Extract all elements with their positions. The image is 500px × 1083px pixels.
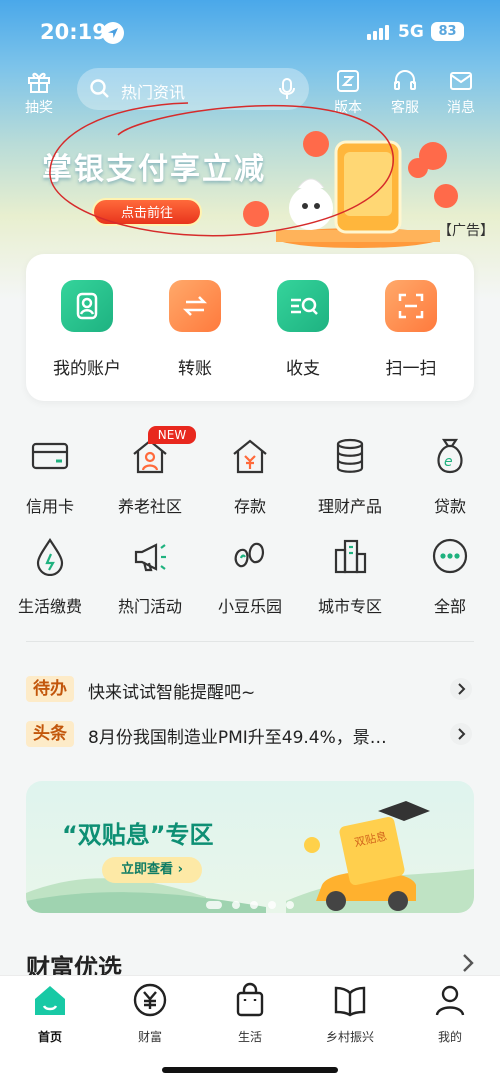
utility-payment-label: 生活缴费 bbox=[17, 597, 82, 616]
more-icon bbox=[432, 538, 468, 574]
life-bag-icon bbox=[236, 982, 264, 1017]
income-expense-button[interactable]: 收支 bbox=[258, 280, 348, 379]
headline-text: 8月份我国制造业PMI升至49.4%，景… bbox=[88, 728, 387, 748]
credit-card-button[interactable]: 信用卡 bbox=[5, 436, 95, 517]
tab-profile-label: 我的 bbox=[437, 1030, 462, 1044]
location-arrow-icon bbox=[102, 22, 124, 44]
tab-home-label: 首页 bbox=[37, 1030, 62, 1044]
todo-tag: 待办 bbox=[26, 676, 74, 702]
quick-actions-card: 我的账户 转账 收支 扫一扫 bbox=[26, 254, 474, 401]
carousel-dots bbox=[206, 894, 304, 913]
rural-book-icon bbox=[334, 986, 366, 1017]
home-icon bbox=[35, 986, 65, 1015]
credit-card-icon bbox=[31, 442, 69, 470]
elderly-community-button[interactable]: 养老社区 bbox=[105, 436, 195, 517]
city-zone-label: 城市专区 bbox=[317, 597, 382, 616]
gift-icon bbox=[28, 72, 50, 93]
home-indicator bbox=[162, 1067, 338, 1073]
section-divider bbox=[26, 641, 474, 642]
my-account-button[interactable]: 我的账户 bbox=[42, 280, 132, 379]
wealth-product-button[interactable]: 理财产品 bbox=[305, 436, 395, 517]
subsidy-promo-banner[interactable]: “双贴息”专区 立即查看 › 双贴息 bbox=[26, 781, 474, 913]
scan-icon bbox=[385, 280, 437, 332]
new-badge: NEW bbox=[148, 426, 196, 444]
income-expense-label: 收支 bbox=[286, 359, 320, 379]
hot-activity-button[interactable]: 热门活动 bbox=[105, 536, 195, 617]
bean-park-icon bbox=[234, 542, 264, 568]
tab-rural[interactable]: 乡村振兴 bbox=[310, 982, 390, 1045]
hot-activity-label: 热门活动 bbox=[117, 597, 182, 616]
all-services-button[interactable]: 全部 bbox=[405, 536, 495, 617]
tab-profile[interactable]: 我的 bbox=[410, 982, 490, 1045]
my-account-label: 我的账户 bbox=[53, 359, 121, 379]
todo-notice[interactable]: 待办 快来试试智能提醒吧~ bbox=[26, 674, 474, 704]
transfer-icon bbox=[169, 280, 221, 332]
todo-text: 快来试试智能提醒吧~ bbox=[88, 683, 256, 703]
headline-notice[interactable]: 头条 8月份我国制造业PMI升至49.4%，景… bbox=[26, 719, 474, 749]
signal-icon bbox=[367, 24, 391, 40]
messages-button[interactable]: 消息 bbox=[436, 68, 486, 116]
battery-icon: 83 bbox=[431, 22, 464, 41]
credit-card-label: 信用卡 bbox=[25, 497, 74, 516]
tab-wealth-label: 财富 bbox=[137, 1030, 162, 1044]
mail-icon bbox=[450, 72, 472, 90]
status-bar: 20:19 5G 83 bbox=[0, 0, 500, 64]
red-ink-scribble bbox=[49, 102, 394, 237]
messages-label: 消息 bbox=[447, 100, 475, 116]
svg-text:e: e bbox=[444, 454, 453, 470]
elderly-community-label: 养老社区 bbox=[117, 497, 182, 516]
bean-park-button[interactable]: 小豆乐园 bbox=[205, 536, 295, 617]
all-services-label: 全部 bbox=[433, 597, 466, 616]
chevron-right-icon[interactable] bbox=[458, 952, 478, 974]
scan-label: 扫一扫 bbox=[385, 359, 437, 379]
loan-button[interactable]: e 贷款 bbox=[405, 436, 495, 517]
tab-rural-label: 乡村振兴 bbox=[325, 1030, 374, 1044]
tab-home[interactable]: 首页 bbox=[10, 982, 90, 1045]
tab-life-label: 生活 bbox=[237, 1030, 262, 1044]
chevron-right-icon bbox=[450, 723, 472, 745]
transfer-label: 转账 bbox=[178, 359, 212, 379]
income-expense-icon bbox=[277, 280, 329, 332]
tab-wealth[interactable]: 财富 bbox=[110, 982, 190, 1045]
wealth-product-icon bbox=[336, 438, 364, 473]
profile-icon bbox=[435, 985, 465, 1016]
chevron-right-icon bbox=[450, 678, 472, 700]
version-icon bbox=[337, 70, 359, 92]
transfer-button[interactable]: 转账 bbox=[150, 280, 240, 379]
city-zone-button[interactable]: 城市专区 bbox=[305, 536, 395, 617]
headline-tag: 头条 bbox=[26, 721, 74, 747]
headset-icon bbox=[394, 70, 416, 90]
status-time: 20:19 bbox=[40, 20, 107, 44]
wealth-icon bbox=[133, 983, 167, 1017]
wealth-product-label: 理财产品 bbox=[317, 497, 382, 516]
city-zone-icon bbox=[334, 539, 367, 574]
promo-banner[interactable]: 掌银支付享立减 点击前往 【广告】 bbox=[0, 102, 500, 248]
deposit-icon bbox=[233, 439, 267, 474]
promo-title: “双贴息”专区 bbox=[62, 821, 214, 849]
deposit-button[interactable]: 存款 bbox=[205, 436, 295, 517]
account-icon bbox=[61, 280, 113, 332]
bean-park-label: 小豆乐园 bbox=[217, 597, 282, 616]
tab-life[interactable]: 生活 bbox=[210, 982, 290, 1045]
network-label: 5G bbox=[398, 22, 424, 42]
promo-view-button[interactable]: 立即查看 › bbox=[102, 857, 202, 883]
utility-payment-icon bbox=[36, 538, 64, 577]
scan-button[interactable]: 扫一扫 bbox=[366, 280, 456, 379]
deposit-label: 存款 bbox=[233, 497, 266, 516]
loan-icon: e bbox=[437, 438, 463, 474]
ad-label: 【广告】 bbox=[438, 223, 494, 239]
utility-payment-button[interactable]: 生活缴费 bbox=[5, 536, 95, 617]
hot-activity-icon bbox=[134, 543, 166, 572]
loan-label: 贷款 bbox=[433, 497, 466, 516]
